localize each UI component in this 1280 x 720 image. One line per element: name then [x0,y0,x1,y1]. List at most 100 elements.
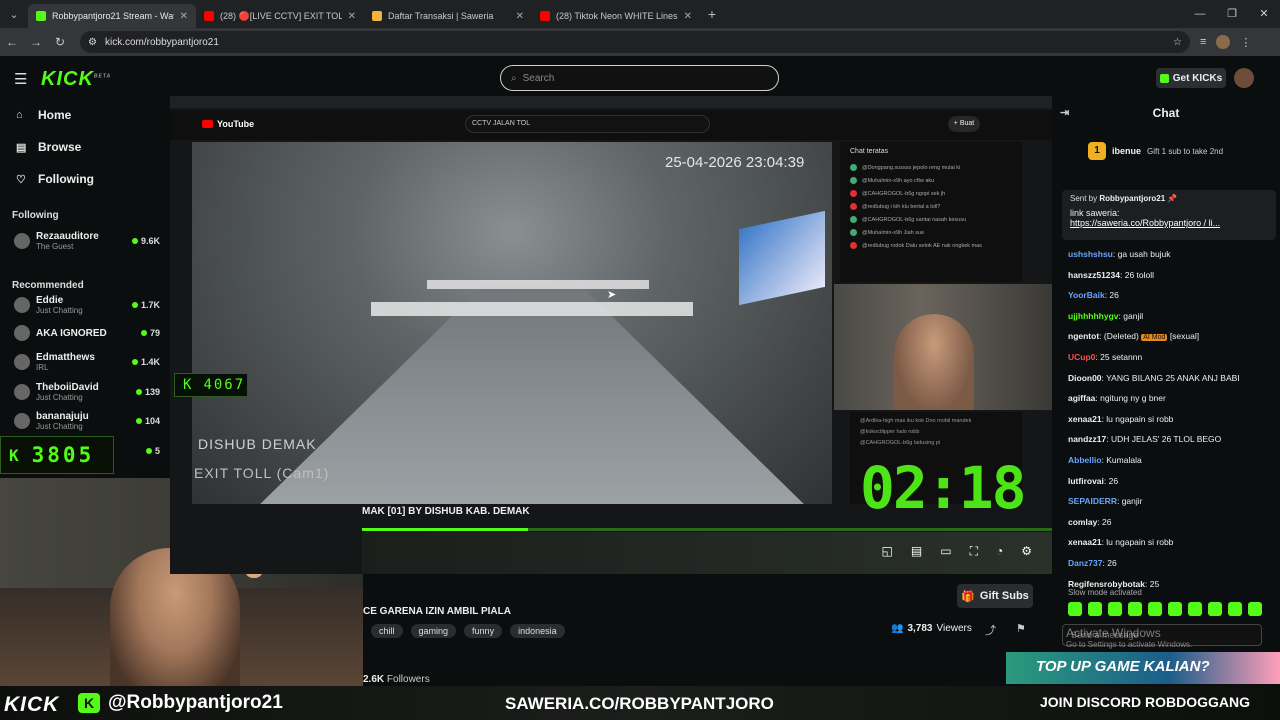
emote-icon[interactable] [1068,602,1082,616]
chat-message: YoorBaik: 26 [1068,290,1119,301]
chat-username[interactable]: SEPAIDERR [1068,496,1117,506]
chat-username[interactable]: Regifensrobybotak [1068,579,1145,589]
emote-icon[interactable] [1248,602,1262,616]
report-flag-icon[interactable]: ⚑ [1016,622,1026,635]
minimize-icon[interactable]: — [1184,0,1216,28]
live-dot-icon [135,389,142,395]
youtube-search-field: CCTV JALAN TOL [465,115,710,133]
chat-message: agiffaa: ngitung ny g bner [1068,393,1166,404]
get-kicks-button[interactable]: Get KICKs [1156,68,1226,88]
bookmark-star-icon[interactable]: ☆ [1173,37,1182,48]
browser-tab-saweria[interactable]: Daftar Transaksi | Saweria ✕ [364,4,532,28]
emote-icon[interactable] [1108,602,1122,616]
theatre-icon[interactable]: ▭ [940,544,951,559]
pip-icon[interactable]: ◱ [882,544,893,559]
live-dot-icon [131,302,138,308]
browser-tab-youtube-cctv[interactable]: (28) 🔴[LIVE CCTV] EXIT TOL JI ✕ [196,4,364,28]
close-window-icon[interactable]: ✕ [1248,0,1280,28]
chat-messages: ushshshsu: ga usah bujuk hanszz51234: 26 … [1068,244,1276,594]
chat-username[interactable]: Dioon00 [1068,373,1102,383]
channel-row[interactable]: bananajuju Just Chatting 104 [14,408,160,434]
emote-icon[interactable] [1168,602,1182,616]
channel-row[interactable]: TheboiiDavid Just Chatting 139 [14,379,160,405]
chat-username[interactable]: ngentot [1068,331,1099,341]
chat-username[interactable]: Abbellio [1068,455,1102,465]
channel-row[interactable]: Eddie Just Chatting 1.7K [14,292,160,318]
overlay-bar [371,302,693,316]
tag-chip[interactable]: funny [464,624,503,638]
chat-username[interactable]: comlay [1068,517,1097,527]
search-input[interactable]: ⌕ Search [500,65,779,91]
share-icon[interactable]: ⤴ [985,622,996,638]
channel-row[interactable]: Edmatthews IRL 1.4K [14,349,160,375]
activate-sub: Go to Settings to activate Windows. [1066,640,1193,649]
sidebar-item-following[interactable]: ♡ Following [16,172,94,186]
fullscreen-icon[interactable]: ⛶ [970,544,978,559]
pin-icon[interactable]: 📌 [1167,194,1177,203]
close-tab-icon[interactable]: ✕ [684,11,692,22]
chat-moderation-reason: [sexual] [1169,331,1200,342]
sent-by-label: Sent by [1070,194,1098,203]
video-progress-bar[interactable] [362,528,1052,531]
gift-leaderboard[interactable]: 1 ibenue Gift 1 sub to take 2nd [1088,138,1278,164]
inner-webcam-person [894,314,974,410]
speed-icon[interactable]: ◔ [996,544,1003,559]
channel-row[interactable]: Rezaauditore The Guest 9.6K [14,228,160,254]
profile-avatar[interactable] [1216,35,1231,49]
browser-tab-tiktok[interactable]: (28) Tiktok Neon WHITE Lines E ✕ [532,4,700,28]
chat-username[interactable]: ushshshsu [1068,249,1113,259]
new-tab-icon[interactable]: + [700,6,724,22]
chat-username[interactable]: agiffaa [1068,393,1095,403]
nav-label: Browse [38,140,82,154]
emote-icon[interactable] [1128,602,1142,616]
tag-chip[interactable]: chill [371,624,403,638]
more-menu-icon[interactable]: ⋮ [1240,36,1251,49]
tab-search-chevron-icon[interactable]: ⌄ [0,0,28,28]
omnibox[interactable]: ⚙ kick.com/robbypantjoro21 ☆ [80,31,1190,53]
site-info-icon[interactable]: ⚙ [88,37,97,48]
yt-chat-text: @redlubug rodok Dalu setok AE nak ongkek… [862,242,982,249]
emote-icon[interactable] [1148,602,1162,616]
forward-icon[interactable]: → [24,35,48,49]
yt-chat-text: @Ardika-high mas iku kok Dno mobil mande… [860,418,972,424]
emote-icon[interactable] [1228,602,1242,616]
close-tab-icon[interactable]: ✕ [180,11,188,22]
chat-username[interactable]: ujjhhhhhygv [1068,311,1119,321]
settings-icon[interactable]: ⚙ [1021,544,1032,559]
reload-icon[interactable]: ↻ [48,35,72,49]
chat-username[interactable]: UCup0 [1068,352,1095,362]
tag-chip[interactable]: indonesia [510,624,565,638]
chat-username[interactable]: Danz737 [1068,558,1103,568]
kick-logo[interactable]: KICKBETA [41,68,111,91]
chat-username[interactable]: hanszz51234 [1068,270,1120,280]
sidebar-item-browse[interactable]: ▤ Browse [16,140,81,154]
channel-category: Just Chatting [36,306,83,315]
emote-icon[interactable] [1088,602,1102,616]
live-dot-icon [135,418,142,424]
back-icon[interactable]: ← [0,35,24,49]
close-tab-icon[interactable]: ✕ [348,11,356,22]
emote-icon[interactable] [1188,602,1202,616]
pinned-link[interactable]: https://saweria.co/Robbypantjoro / li... [1070,218,1268,228]
sidebar-item-home[interactable]: ⌂ Home [16,108,71,122]
chat-username[interactable]: lutfirovai [1068,476,1104,486]
close-tab-icon[interactable]: ✕ [516,11,524,22]
chat-username[interactable]: xenaa21 [1068,537,1102,547]
collapse-chat-icon[interactable]: ⇥ [1060,106,1069,119]
chat-username[interactable]: YoorBaik [1068,290,1105,300]
yt-chat-text: @redlubug i kih klu bertal a toll? [862,203,941,210]
user-avatar[interactable] [1234,68,1254,88]
reading-list-icon[interactable]: ≡ [1200,36,1206,48]
tag-chip[interactable]: gaming [410,624,457,638]
viewer-count-text: 1.4K [140,357,160,367]
restore-icon[interactable]: ❐ [1216,0,1248,28]
hamburger-menu-icon[interactable]: ☰ [14,70,27,88]
chat-username[interactable]: xenaa21 [1068,414,1102,424]
emote-icon[interactable] [1208,602,1222,616]
video-player[interactable]: YouTube CCTV JALAN TOL + Buat 25-04-2026… [170,96,1052,574]
channel-row[interactable]: AKA IGNORED 79 [14,320,160,346]
gift-subs-button[interactable]: 🎁 Gift Subs [957,584,1033,608]
browser-tab-kick[interactable]: Robbypantjoro21 Stream - Watc ✕ [28,4,196,28]
chat-username[interactable]: nandzz17 [1068,434,1106,444]
clip-icon[interactable]: ▤ [911,544,922,559]
